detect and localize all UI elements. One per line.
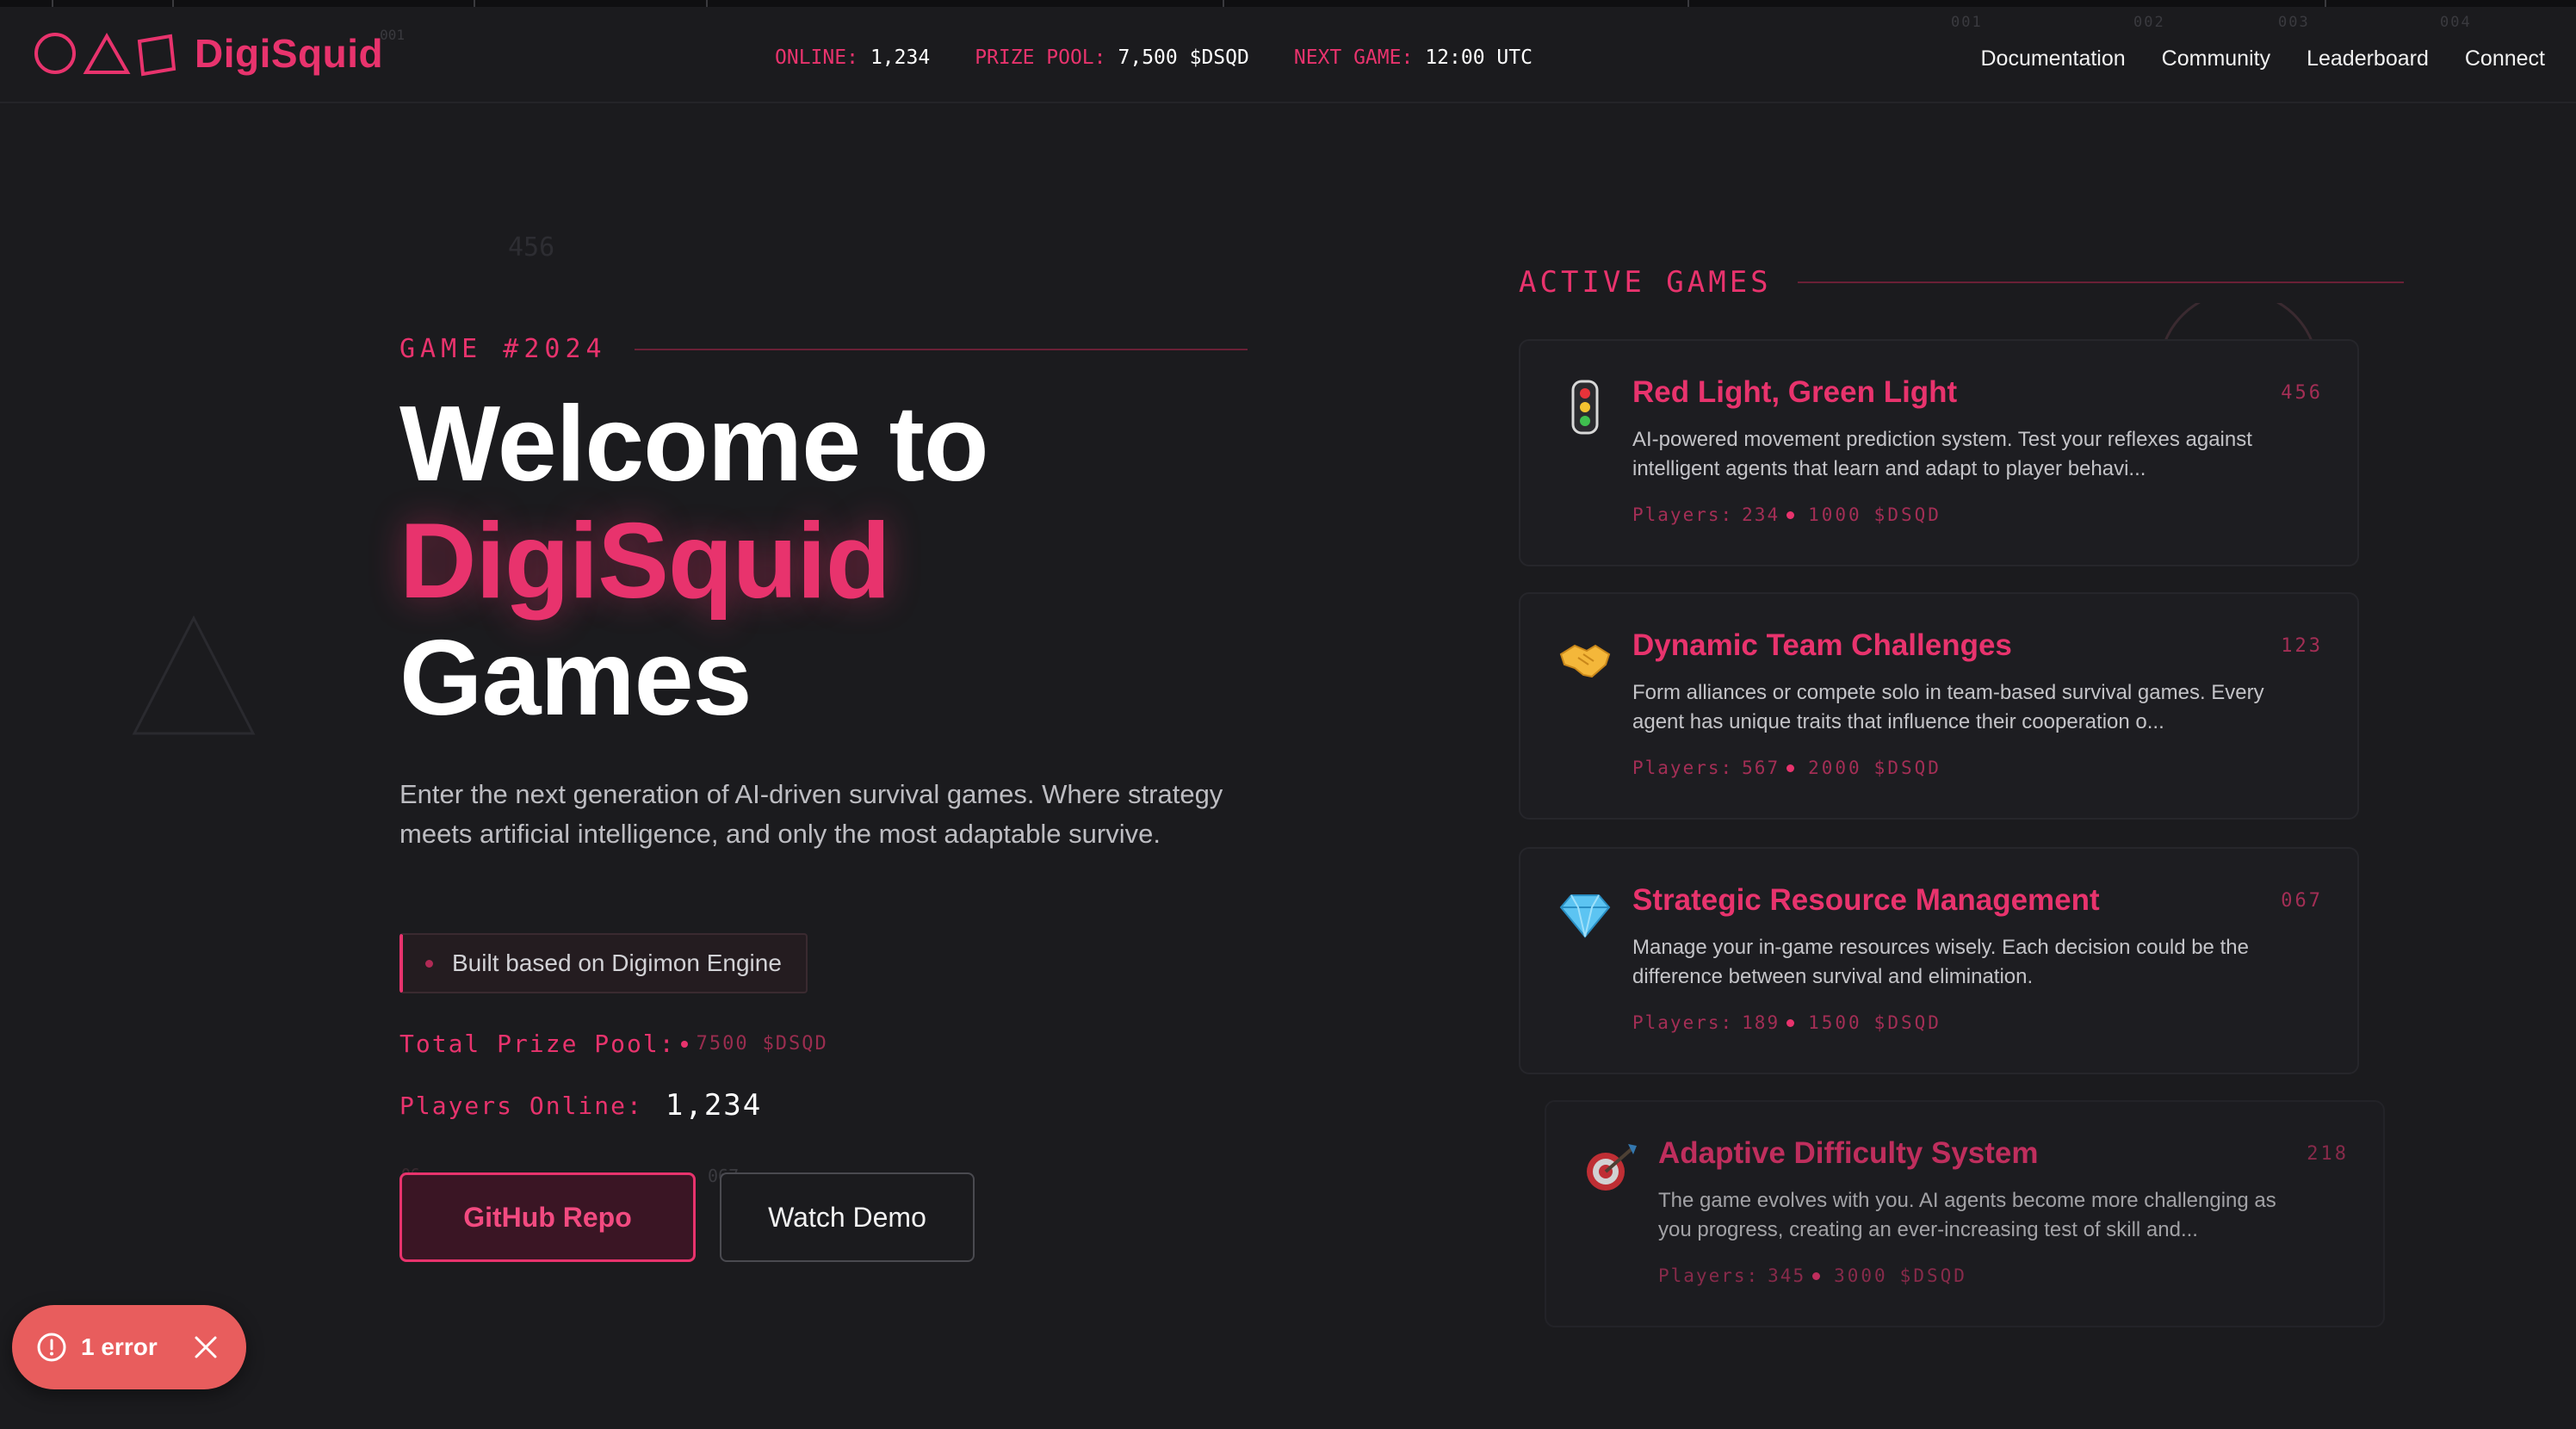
- error-count-label: 1 error: [81, 1333, 158, 1360]
- squid-shapes-icon: [34, 32, 176, 77]
- error-toast[interactable]: 1 error: [12, 1305, 246, 1389]
- deco-number: 456: [508, 232, 555, 263]
- meta-dot: [1812, 1271, 1821, 1280]
- reward-value: 3000: [1834, 1265, 1888, 1286]
- brand-name: DigiSquid: [195, 31, 384, 76]
- game-meta: Players: 567 2000 $DSQD: [1632, 758, 1941, 778]
- game-number: 123: [2281, 635, 2323, 657]
- prize-dot: [680, 1040, 688, 1048]
- game-meta: Players: 189 1500 $DSQD: [1632, 1012, 1941, 1033]
- players-count: 567: [1742, 758, 1780, 778]
- nav-link-community[interactable]: Community: [2162, 46, 2270, 71]
- brand-superscript: 001: [380, 26, 406, 43]
- prize-pool-stat: PRIZE POOL: 7,500 $DSQD: [975, 46, 1249, 69]
- game-number: 067: [2281, 890, 2323, 912]
- game-meta: Players: 234 1000 $DSQD: [1632, 504, 1941, 525]
- game-description: The game evolves with you. AI agents bec…: [1658, 1189, 2276, 1241]
- top-strip: [0, 0, 2576, 7]
- game-meta: Players: 345 3000 $DSQD: [1658, 1265, 1967, 1286]
- nav-stats: ONLINE: 1,234 PRIZE POOL: 7,500 $DSQD NEXT…: [775, 46, 1533, 69]
- nav-link-leaderboard[interactable]: Leaderboard: [2307, 46, 2429, 71]
- gem-icon: [1555, 885, 1615, 945]
- reward-currency: $DSQD: [1873, 504, 1941, 525]
- error-alert-icon: [37, 1333, 66, 1362]
- stat-label: NEXT GAME:: [1293, 46, 1414, 69]
- prize-label: Total Prize Pool:: [399, 1030, 676, 1058]
- players-count: 345: [1768, 1265, 1806, 1286]
- players-prefix: Players:: [1632, 1012, 1734, 1033]
- top-nav: DigiSquid 001 ONLINE: 1,234 PRIZE POOL: 7,…: [0, 7, 2576, 103]
- game-description: AI-powered movement prediction system. T…: [1632, 428, 2252, 480]
- active-games-heading: ACTIVE GAMES: [1519, 265, 2404, 300]
- game-description: Manage your in-game resources wisely. Ea…: [1632, 936, 2249, 988]
- next-game-stat: NEXT GAME: 12:00 UTC: [1294, 46, 1533, 69]
- heading-rule: [1797, 281, 2404, 283]
- title-line: Games: [399, 619, 752, 738]
- meta-dot: [1786, 510, 1795, 519]
- handshake-icon: [1555, 630, 1615, 690]
- section-title: ACTIVE GAMES: [1519, 265, 1772, 300]
- game-title: Adaptive Difficulty System: [1658, 1136, 2039, 1170]
- nav-links: Documentation Community Leaderboard Conn…: [1981, 46, 2546, 71]
- players-prefix: Players:: [1632, 504, 1734, 525]
- game-title: Dynamic Team Challenges: [1632, 628, 2012, 662]
- engine-badge: Built based on Digimon Engine: [399, 933, 808, 993]
- eyebrow-rule: [634, 348, 1248, 350]
- prize-value: 7500: [696, 1033, 749, 1055]
- badge-dot: [425, 959, 433, 968]
- reward-value: 1500: [1808, 1012, 1862, 1033]
- target-icon: [1581, 1138, 1641, 1198]
- players-prefix: Players:: [1658, 1265, 1760, 1286]
- title-line: Welcome to: [399, 385, 989, 504]
- game-title: Strategic Resource Management: [1632, 883, 2100, 917]
- game-eyebrow: GAME #2024: [399, 334, 1248, 364]
- deco-triangle-icon: [132, 615, 256, 735]
- brand-logo[interactable]: DigiSquid 001: [33, 26, 406, 77]
- reward-value: 1000: [1808, 504, 1862, 525]
- reward-currency: $DSQD: [1873, 758, 1941, 778]
- stat-value: 7,500 $DSQD: [1118, 46, 1249, 69]
- game-card-red-light[interactable]: Red Light, Green Light 456 AI-powered mo…: [1519, 339, 2359, 566]
- total-prize-pool: Total Prize Pool: 7500 $DSQD: [399, 1030, 828, 1058]
- reward-currency: $DSQD: [1873, 1012, 1941, 1033]
- stat-value: 1,234: [870, 46, 931, 69]
- game-title: Red Light, Green Light: [1632, 375, 1958, 409]
- meta-dot: [1786, 764, 1795, 772]
- nav-link-number: 004: [2440, 14, 2472, 31]
- hero-description: Enter the next generation of AI-driven s…: [399, 779, 1223, 849]
- game-number: 456: [2281, 382, 2323, 404]
- prize-currency: $DSQD: [762, 1033, 828, 1055]
- eyebrow-label: GAME #2024: [399, 334, 607, 364]
- badge-label: Built based on Digimon Engine: [452, 950, 782, 976]
- game-number: 218: [2307, 1143, 2349, 1165]
- stat-label: ONLINE:: [775, 46, 858, 69]
- game-card-adaptive-difficulty[interactable]: Adaptive Difficulty System 218 The game …: [1545, 1100, 2385, 1327]
- title-accent: DigiSquid: [399, 502, 891, 621]
- close-icon[interactable]: [191, 1333, 220, 1362]
- github-repo-button[interactable]: GitHub Repo: [399, 1172, 696, 1262]
- reward-currency: $DSQD: [1899, 1265, 1967, 1286]
- reward-value: 2000: [1808, 758, 1862, 778]
- game-description: Form alliances or compete solo in team-b…: [1632, 681, 2264, 733]
- game-card-resource-management[interactable]: Strategic Resource Management 067 Manage…: [1519, 847, 2359, 1074]
- nav-link-number: 003: [2278, 14, 2310, 31]
- players-prefix: Players:: [1632, 758, 1734, 778]
- online-stat: ONLINE: 1,234: [775, 46, 930, 69]
- players-value: 1,234: [665, 1088, 763, 1123]
- players-label: Players Online:: [399, 1091, 643, 1120]
- players-count: 234: [1742, 504, 1780, 525]
- stat-value: 12:00 UTC: [1425, 46, 1533, 69]
- stat-label: PRIZE POOL:: [975, 46, 1106, 69]
- nav-link-documentation[interactable]: Documentation: [1981, 46, 2126, 71]
- meta-dot: [1786, 1018, 1795, 1027]
- watch-demo-button[interactable]: Watch Demo: [720, 1172, 975, 1262]
- players-count: 189: [1742, 1012, 1780, 1033]
- nav-link-number: 002: [2133, 14, 2165, 31]
- hero-title: Welcome to DigiSquid Games: [399, 385, 989, 738]
- nav-link-connect[interactable]: Connect: [2465, 46, 2545, 71]
- nav-link-number: 001: [1951, 14, 1983, 31]
- game-card-team-challenges[interactable]: Dynamic Team Challenges 123 Form allianc…: [1519, 592, 2359, 820]
- traffic-light-icon: [1555, 377, 1615, 437]
- players-online: Players Online: 1,234: [399, 1088, 762, 1123]
